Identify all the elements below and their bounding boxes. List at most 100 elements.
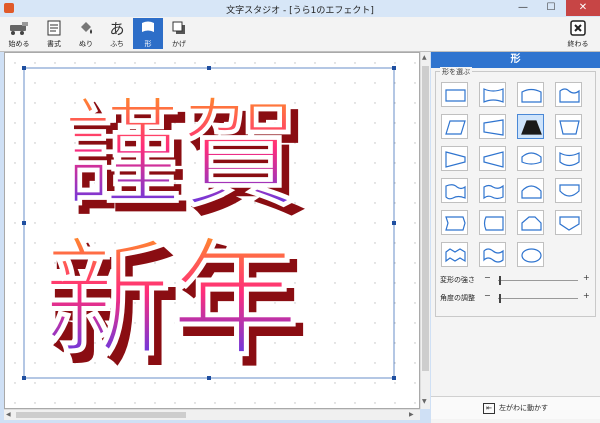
shape-option-triangle-left[interactable] — [479, 146, 506, 171]
start-icon — [4, 20, 34, 39]
toolbar-start-button[interactable]: 始める — [4, 18, 34, 49]
zigzag-icon — [445, 248, 466, 263]
paint-bucket-icon — [71, 20, 101, 39]
shape-option-wave-right[interactable] — [479, 178, 506, 203]
toolbar-shape-button[interactable]: 形 — [133, 18, 163, 49]
shape-option-double-wave[interactable] — [479, 242, 506, 267]
arch-top-icon — [521, 88, 542, 103]
shape-option-wave-top[interactable] — [555, 82, 582, 107]
shape-option-parallelogram[interactable] — [441, 114, 468, 139]
double-wave-icon — [483, 248, 504, 263]
slider-angle-label: 角度の調整 — [440, 294, 475, 302]
shape-option-arch-top[interactable] — [517, 82, 544, 107]
shape-option-trapezoid-right[interactable] — [479, 114, 506, 139]
trapezoid-up-icon — [521, 120, 542, 135]
wave-right-icon — [483, 184, 504, 200]
ellipse-icon — [521, 248, 542, 263]
notch-right-icon — [445, 216, 466, 231]
vertical-scrollbar[interactable]: ▲ ▼ — [420, 52, 430, 409]
close-window-button[interactable]: ✕ — [566, 0, 600, 16]
triangle-right-icon — [445, 151, 466, 168]
shape-option-bowl[interactable] — [555, 178, 582, 203]
toolbar-paint-button[interactable]: ぬり — [71, 18, 101, 49]
slider-angle-minus[interactable]: − — [484, 291, 491, 300]
canvas-area[interactable]: 謹賀 新年 謹賀 新年 — [4, 52, 420, 409]
slider-strength-plus[interactable]: + — [583, 273, 590, 282]
minimize-button[interactable]: — — [509, 0, 537, 16]
wave-top-icon — [559, 88, 580, 103]
move-left-icon: ⇤ — [483, 402, 495, 414]
slider-strength-minus[interactable]: − — [484, 273, 491, 282]
toolbar-shadow-label: かげ — [172, 40, 186, 48]
slider-strength-label: 変形の強さ — [440, 276, 475, 284]
scroll-left-arrow[interactable]: ◀ — [6, 411, 11, 418]
toolbar-format-label: 書式 — [47, 40, 61, 48]
horizontal-scrollbar[interactable]: ◀ ▶ — [4, 409, 420, 420]
shape-option-wave-left[interactable] — [441, 178, 468, 203]
greeting-line2[interactable]: 新年 — [43, 225, 300, 375]
wave-left-icon — [445, 184, 466, 200]
chevron-down-icon — [559, 120, 580, 135]
exit-button[interactable]: 終わる — [563, 18, 593, 49]
horizontal-scroll-thumb[interactable] — [16, 412, 186, 418]
toolbar-format-button[interactable]: 書式 — [39, 18, 69, 49]
exit-icon — [563, 20, 593, 39]
greeting-line1[interactable]: 謹賀 — [63, 85, 300, 224]
pentagon-icon — [521, 216, 542, 231]
shape-option-bulge-bottom[interactable] — [555, 146, 582, 171]
shape-option-ellipse[interactable] — [517, 242, 544, 267]
trapezoid-right-icon — [483, 119, 504, 136]
toolbar-start-label: 始める — [8, 40, 30, 48]
slider-strength-thumb[interactable] — [499, 276, 501, 285]
move-left-button[interactable]: ⇤ 左がわに動かす — [431, 396, 600, 419]
slider-angle-plus[interactable]: + — [583, 291, 590, 300]
shield-icon — [559, 216, 580, 231]
shape-option-notch-left[interactable] — [479, 210, 506, 235]
rectangle-icon — [445, 89, 466, 102]
shape-group-label: 形を選ぶ — [440, 67, 472, 77]
exit-label: 終わる — [567, 40, 589, 48]
title-bar: 文字スタジオ - [うら1のエフェクト] — ☐ ✕ — [0, 0, 600, 17]
shape-option-triangle-right[interactable] — [441, 146, 468, 171]
text-effect-canvas[interactable]: 謹賀 新年 謹賀 新年 — [5, 53, 420, 409]
shape-option-bow-tie[interactable] — [479, 82, 506, 107]
shape-option-rectangle[interactable] — [441, 82, 468, 107]
vertical-scroll-thumb[interactable] — [422, 66, 429, 371]
move-left-label: 左がわに動かす — [499, 404, 548, 412]
outline-a-icon: あ — [109, 20, 125, 38]
shape-option-bulge-top[interactable] — [517, 146, 544, 171]
toolbar-shadow-button[interactable]: かげ — [164, 18, 194, 49]
shadow-icon — [164, 20, 194, 39]
shape-option-zigzag[interactable] — [441, 242, 468, 267]
shape-option-pentagon[interactable] — [517, 210, 544, 235]
panel-title: 形 — [431, 52, 600, 68]
toolbar: 始める 書式 ぬり あ ふち 形 かげ 終わる — [0, 17, 600, 52]
bow-tie-icon — [483, 88, 504, 103]
bowl-icon — [559, 184, 580, 197]
toolbar-outline-button[interactable]: あ ふち — [102, 18, 132, 49]
toolbar-shape-label: 形 — [144, 40, 152, 48]
dome-icon — [521, 185, 542, 199]
parallelogram-icon — [445, 120, 466, 135]
slider-angle-track[interactable] — [498, 298, 578, 299]
scroll-down-arrow[interactable]: ▼ — [422, 398, 427, 405]
triangle-left-icon — [483, 151, 504, 168]
shape-option-shield[interactable] — [555, 210, 582, 235]
slider-strength-track[interactable] — [498, 280, 578, 281]
slider-angle-thumb[interactable] — [499, 294, 501, 303]
bulge-top-icon — [521, 152, 542, 165]
bulge-bottom-icon — [559, 151, 580, 167]
shape-panel: 形 形を選ぶ 変形の強さ − + 角度の調整 − + ⇤ 左がわに動かす — [431, 52, 600, 423]
shape-option-chevron-down[interactable] — [555, 114, 582, 139]
notch-left-icon — [483, 216, 504, 231]
format-icon — [39, 20, 69, 39]
shape-option-trapezoid-up[interactable] — [517, 114, 544, 139]
toolbar-paint-label: ぬり — [79, 40, 93, 48]
maximize-button[interactable]: ☐ — [537, 0, 565, 16]
shape-option-notch-right[interactable] — [441, 210, 468, 235]
shape-option-dome[interactable] — [517, 178, 544, 203]
toolbar-outline-label: ふち — [110, 40, 124, 48]
scroll-right-arrow[interactable]: ▶ — [409, 411, 414, 418]
scroll-up-arrow[interactable]: ▲ — [422, 54, 427, 61]
flag-shape-icon — [133, 20, 163, 39]
